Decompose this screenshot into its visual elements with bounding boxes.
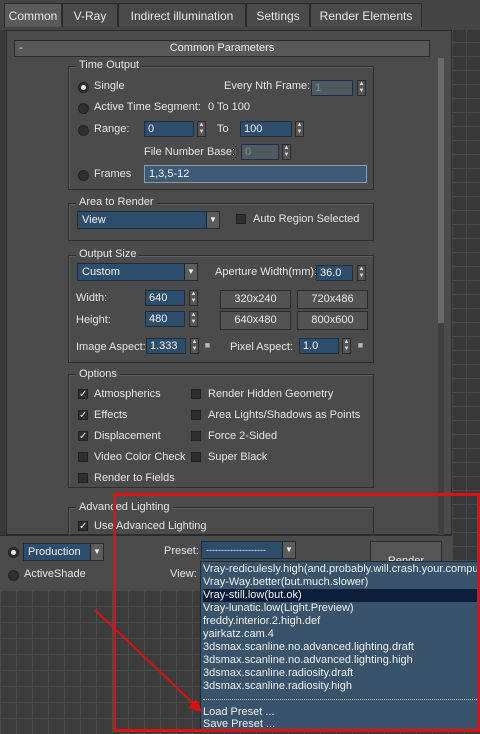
annotation-arrow-icon bbox=[94, 609, 202, 712]
